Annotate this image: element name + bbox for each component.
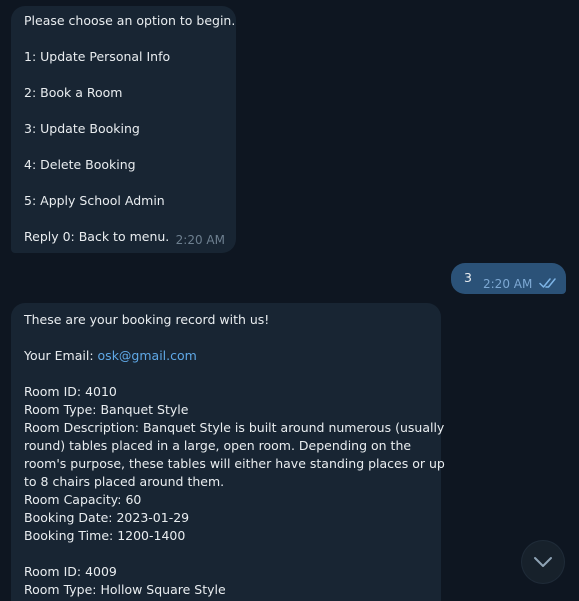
chat-area[interactable]: Please choose an option to begin. 1: Upda… <box>0 0 579 601</box>
booking-date: Booking Date: 2023-01-29 <box>24 510 190 525</box>
menu-line: 5: Apply School Admin <box>24 193 165 208</box>
menu-line <box>24 102 223 120</box>
booking-intro: These are your booking record with us! <box>24 312 270 327</box>
menu-line: 1: Update Personal Info <box>24 49 171 64</box>
room-description-4: to 8 chairs placed around them. <box>24 474 225 489</box>
room-description-1: Room Description: Banquet Style is built… <box>24 420 445 435</box>
room-description-2: round) tables placed in a large, open ro… <box>24 438 412 453</box>
double-check-icon <box>539 276 557 294</box>
menu-message-bubble[interactable]: Please choose an option to begin. 1: Upda… <box>11 6 236 253</box>
user-message-bubble[interactable]: 3 2:20 AM <box>451 263 566 294</box>
menu-message-text: Please choose an option to begin. 1: Upda… <box>24 12 236 228</box>
menu-line: 3: Update Booking <box>24 121 140 136</box>
room-description-3: room's purpose, these tables will either… <box>24 456 445 471</box>
room-type: Room Type: Hollow Square Style <box>24 582 226 597</box>
scroll-to-bottom-button[interactable] <box>522 541 564 583</box>
booking-time: Booking Time: 1200-1400 <box>24 528 186 543</box>
menu-line <box>24 210 223 228</box>
email-line: Your Email: osk@gmail.com <box>24 347 428 365</box>
message-time: 2:20 AM <box>483 277 533 291</box>
menu-line: Please choose an option to begin. <box>24 13 236 28</box>
menu-line <box>24 30 223 48</box>
menu-line <box>24 138 223 156</box>
user-message-text: 3 <box>464 270 472 285</box>
room-id: Room ID: 4009 <box>24 564 117 579</box>
room-id: Room ID: 4010 <box>24 384 117 399</box>
room-type: Room Type: Banquet Style <box>24 402 189 417</box>
menu-line <box>24 66 223 84</box>
menu-line: 4: Delete Booking <box>24 157 136 172</box>
email-link[interactable]: osk@gmail.com <box>98 348 197 363</box>
room-capacity: Room Capacity: 60 <box>24 492 142 507</box>
message-time: 2:20 AM <box>175 233 225 247</box>
menu-line: 2: Book a Room <box>24 85 123 100</box>
chevron-down-icon <box>534 557 552 567</box>
email-label: Your Email: <box>24 348 98 363</box>
booking-message-bubble[interactable]: These are your booking record with us! Y… <box>11 303 445 601</box>
menu-line <box>24 174 223 192</box>
